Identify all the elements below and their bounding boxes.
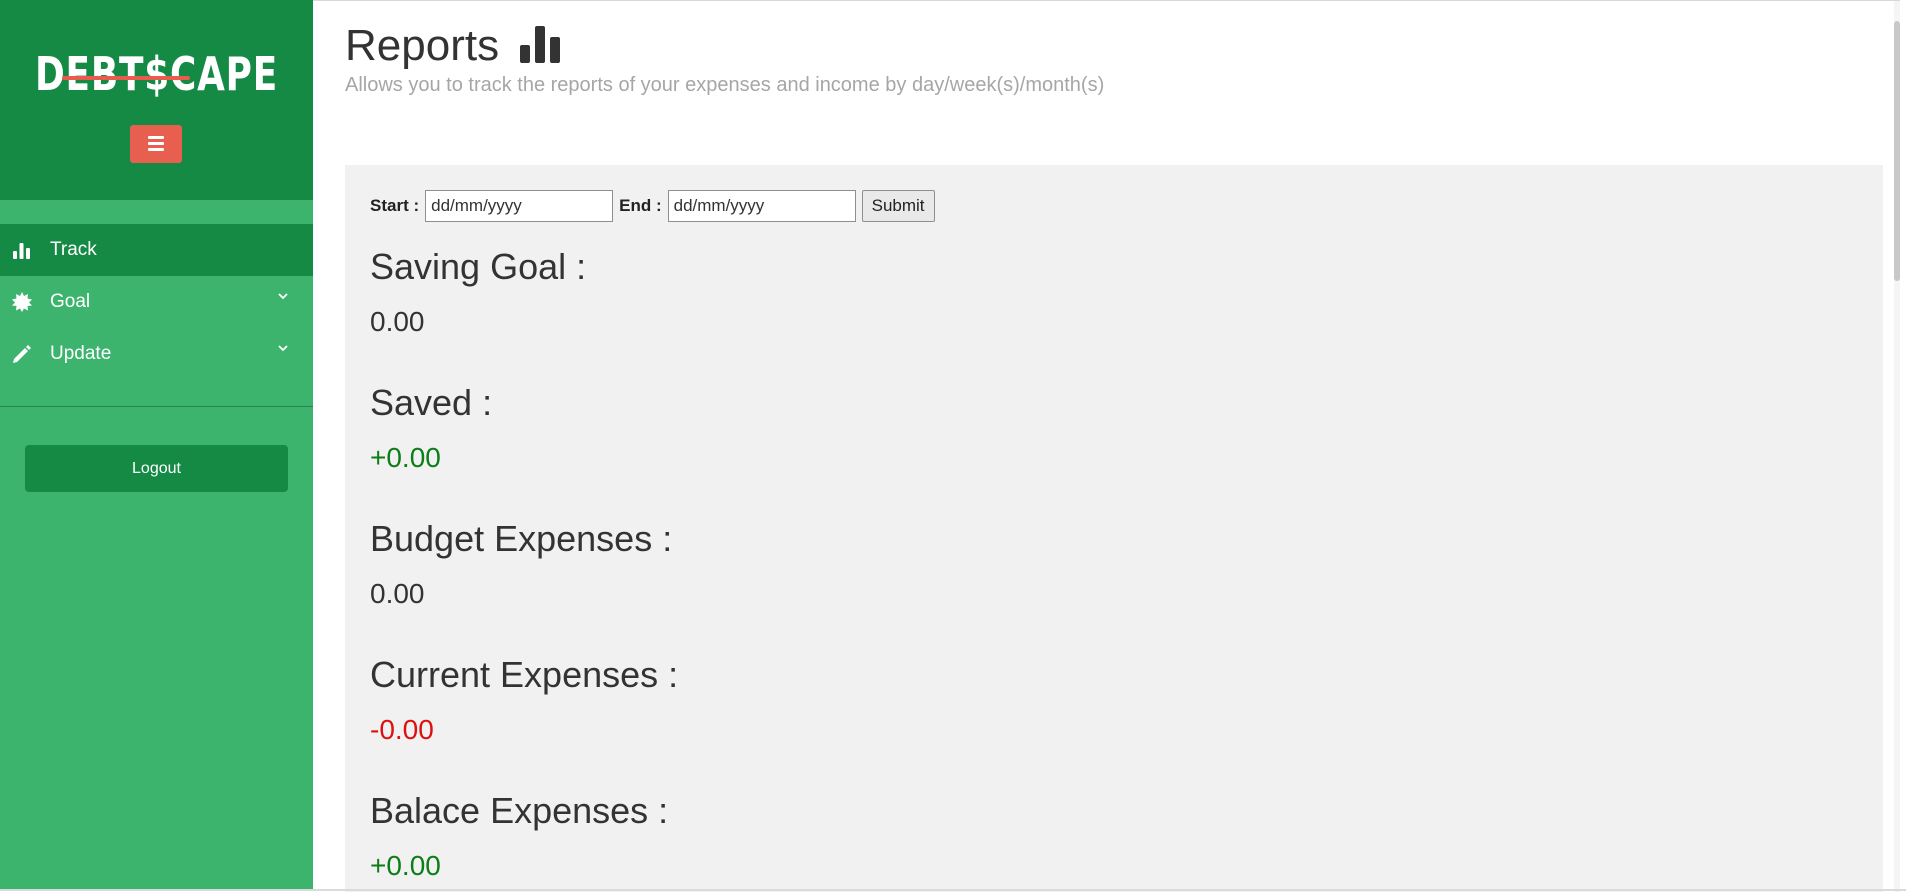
sidebar-divider (0, 406, 313, 407)
saved-value: +0.00 (370, 442, 441, 473)
budget-expenses-heading: Budget Expenses : (370, 518, 673, 559)
scrollbar[interactable] (1894, 1, 1900, 892)
saving-goal-value: 0.00 (370, 306, 425, 337)
sidebar: DEBT$CAPE Track Goal Update Logout (0, 0, 313, 891)
chevron-down-icon (278, 345, 288, 352)
hamburger-icon-bar (148, 148, 164, 151)
badge-icon (12, 292, 32, 312)
sidebar-item-label: Update (50, 343, 112, 364)
end-label: End : (619, 196, 662, 215)
hamburger-icon-bar (148, 142, 164, 145)
sidebar-item-update[interactable]: Update (0, 328, 313, 380)
sidebar-header: DEBT$CAPE (0, 0, 313, 200)
logout-button[interactable]: Logout (25, 445, 288, 492)
page-title: Reports (345, 21, 500, 70)
start-label: Start : (370, 196, 420, 215)
page-subtitle: Allows you to track the reports of your … (345, 74, 1105, 96)
logo-strike-decoration (62, 76, 190, 80)
current-expenses-heading: Current Expenses : (370, 654, 679, 695)
sidebar-item-goal[interactable]: Goal (0, 276, 313, 328)
start-date-input[interactable] (425, 190, 614, 222)
menu-toggle-button[interactable] (130, 125, 182, 163)
end-date-input[interactable] (667, 190, 856, 222)
chevron-down-icon (278, 293, 288, 300)
current-expenses-value: -0.00 (370, 714, 434, 745)
date-filter: Start : End : Submit (370, 190, 935, 222)
pencil-icon (13, 345, 31, 363)
logo: DEBT$CAPE (34, 47, 279, 101)
report-panel: Start : End : Submit Saving Goal : 0.00 … (345, 165, 1883, 892)
saved-heading: Saved : (370, 382, 493, 423)
submit-button[interactable]: Submit (861, 190, 935, 222)
budget-expenses-value: 0.00 (370, 578, 425, 609)
hamburger-icon (148, 136, 164, 139)
balance-expenses-value: +0.00 (370, 850, 441, 881)
scroll-thumb[interactable] (1894, 21, 1900, 281)
bar-chart-icon (13, 243, 30, 259)
bar-chart-icon (520, 26, 560, 63)
sidebar-item-label: Track (50, 239, 97, 260)
sidebar-nav: Track Goal Update (0, 224, 313, 380)
saving-goal-heading: Saving Goal : (370, 246, 587, 287)
sidebar-item-label: Goal (50, 291, 91, 312)
balance-expenses-heading: Balace Expenses : (370, 790, 669, 831)
main-content: Reports Allows you to track the reports … (313, 0, 1900, 892)
sidebar-item-track[interactable]: Track (0, 224, 313, 276)
